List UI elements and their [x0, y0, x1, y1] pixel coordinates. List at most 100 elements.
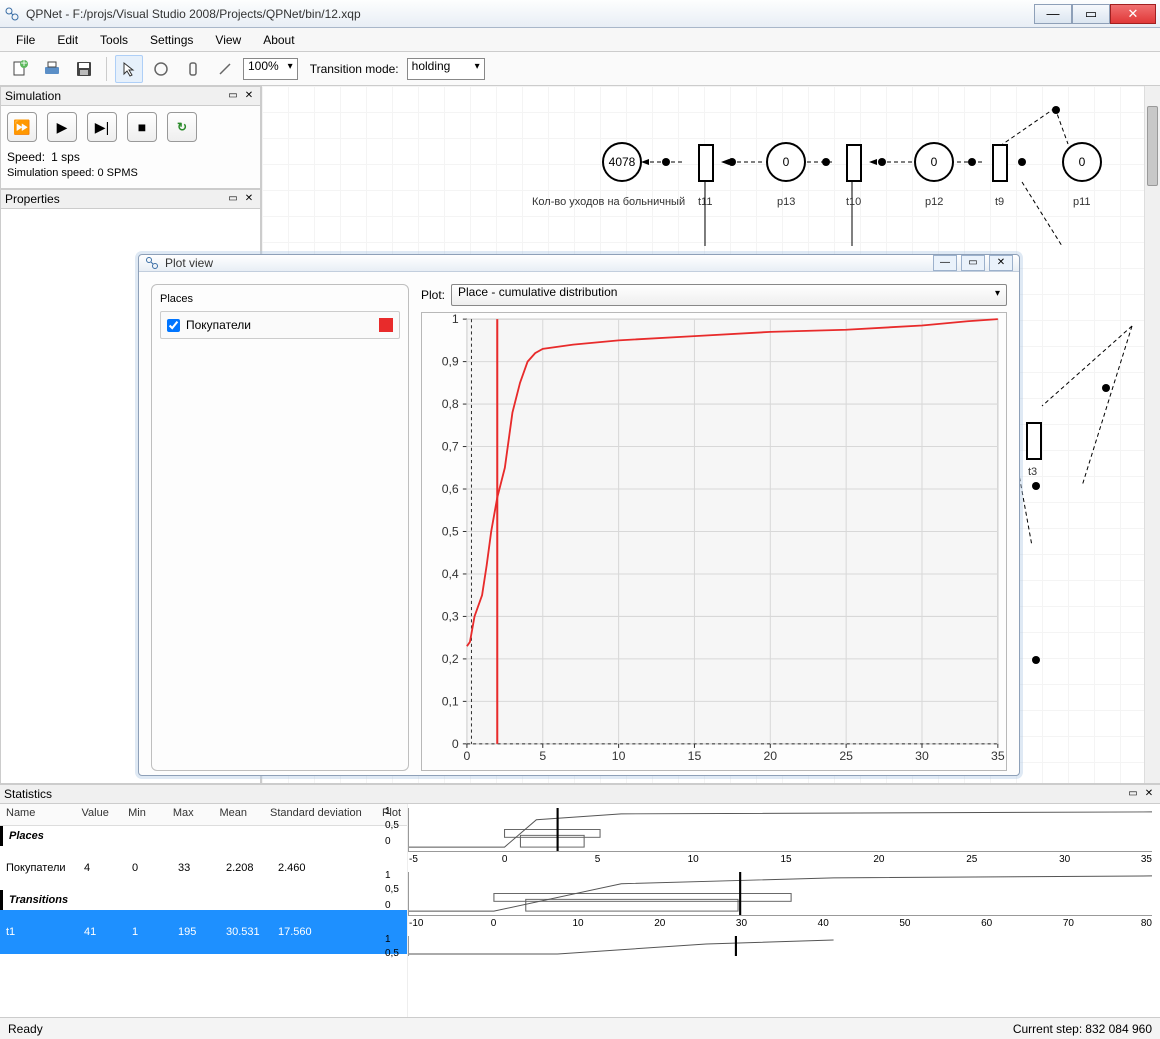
menu-edit[interactable]: Edit [49, 31, 86, 49]
place-p13[interactable]: 0 [766, 142, 806, 182]
close-icon[interactable]: ✕ [1142, 787, 1156, 801]
close-icon[interactable]: ✕ [242, 192, 256, 206]
zoom-select[interactable]: 100% [243, 58, 298, 80]
select-tool[interactable] [115, 55, 143, 83]
transition-t11[interactable] [698, 144, 714, 182]
close-button[interactable]: ✕ [1110, 4, 1156, 24]
plot-type-label: Plot: [421, 288, 445, 302]
color-swatch [379, 318, 393, 332]
transition-t9[interactable] [992, 144, 1008, 182]
toolbar: + 100% Transition mode: holding [0, 52, 1160, 86]
sim-status: Simulation speed: 0 SPMS [7, 167, 254, 179]
svg-text:0,5: 0,5 [442, 525, 459, 539]
sparkline-place: 1 0,5 0 -5 0 5 10 15 20 25 30 35 [408, 808, 1152, 852]
menu-about[interactable]: About [255, 31, 302, 49]
menu-file[interactable]: File [8, 31, 43, 49]
svg-text:0,9: 0,9 [442, 355, 459, 369]
float-icon[interactable]: ▭ [226, 89, 240, 103]
svg-text:0,4: 0,4 [442, 567, 459, 581]
plot-view-title: Plot view [165, 256, 213, 270]
float-icon[interactable]: ▭ [226, 192, 240, 206]
place-sickleave-label: Кол-во уходов на больничный [532, 196, 685, 208]
maximize-button[interactable]: ▭ [1072, 4, 1110, 24]
plot-close-button[interactable]: ✕ [989, 255, 1013, 271]
svg-text:10: 10 [612, 749, 626, 763]
places-header: Places [160, 293, 400, 305]
place-sickleave[interactable]: 4078 [602, 142, 642, 182]
close-icon[interactable]: ✕ [242, 89, 256, 103]
place-tool[interactable] [147, 55, 175, 83]
properties-panel-header: Properties ▭ ✕ [0, 189, 261, 209]
app-icon [4, 6, 20, 22]
menu-settings[interactable]: Settings [142, 31, 201, 49]
stats-row-place[interactable]: Покупатели 4 0 33 2.208 2.460 [0, 846, 407, 890]
minimize-button[interactable]: — [1034, 4, 1072, 24]
save-button[interactable] [70, 55, 98, 83]
transition-t10[interactable] [846, 144, 862, 182]
float-icon[interactable]: ▭ [1126, 787, 1140, 801]
transition-mode-select[interactable]: holding [407, 58, 485, 80]
sparkline-extra: 1 0,5 [408, 936, 1152, 956]
arc-tool[interactable] [211, 55, 239, 83]
svg-text:1: 1 [452, 313, 459, 326]
sim-play-button[interactable]: ▶ [47, 112, 77, 142]
menu-view[interactable]: View [207, 31, 249, 49]
menubar: File Edit Tools Settings View About [0, 28, 1160, 52]
svg-text:5: 5 [539, 749, 546, 763]
plot-view-titlebar[interactable]: Plot view — ▭ ✕ [139, 255, 1019, 272]
plot-maximize-button[interactable]: ▭ [961, 255, 985, 271]
status-step-value: 832 084 960 [1085, 1022, 1152, 1036]
simulation-panel-header: Simulation ▭ ✕ [0, 86, 261, 106]
t9-label: t9 [995, 196, 1004, 208]
print-button[interactable] [38, 55, 66, 83]
sim-step-button[interactable]: ▶| [87, 112, 117, 142]
svg-text:+: + [20, 60, 27, 70]
sim-reset-button[interactable]: ↻ [167, 112, 197, 142]
speed-value[interactable]: 1 sps [51, 150, 80, 164]
place-series-label: Покупатели [186, 318, 251, 332]
p13-label: p13 [777, 196, 795, 208]
svg-text:25: 25 [839, 749, 853, 763]
place-series-item[interactable]: Покупатели [160, 311, 400, 339]
svg-text:0,1: 0,1 [442, 694, 459, 708]
statusbar: Ready Current step: 832 084 960 [0, 1017, 1160, 1039]
place-series-checkbox[interactable] [167, 319, 180, 332]
transition-tool[interactable] [179, 55, 207, 83]
transitions-section: Transitions [0, 890, 407, 910]
plot-view-window[interactable]: Plot view — ▭ ✕ Places Покупатели Plot: … [138, 254, 1020, 776]
sparkline-transition: 1 0,5 0 -10 0 10 20 30 40 50 60 70 80 [408, 872, 1152, 916]
svg-text:30: 30 [915, 749, 929, 763]
svg-text:15: 15 [688, 749, 702, 763]
svg-text:0: 0 [464, 749, 471, 763]
statistics-panel: Statistics ▭ ✕ Name Value Min Max Mean S… [0, 783, 1160, 1017]
sim-stop-button[interactable]: ■ [127, 112, 157, 142]
svg-text:0: 0 [452, 737, 459, 751]
plot-minimize-button[interactable]: — [933, 255, 957, 271]
status-step-label: Current step: [1013, 1022, 1082, 1036]
plot-type-select[interactable]: Place - cumulative distribution [451, 284, 1007, 306]
svg-text:0,3: 0,3 [442, 610, 459, 624]
menu-tools[interactable]: Tools [92, 31, 136, 49]
stats-row-transition[interactable]: t1 41 1 195 30.531 17.560 [0, 910, 407, 954]
t10-label: t10 [846, 196, 861, 208]
svg-text:0,2: 0,2 [442, 652, 459, 666]
transition-mode-label: Transition mode: [310, 62, 399, 76]
sim-fast-forward-button[interactable]: ⏩ [7, 112, 37, 142]
place-p12[interactable]: 0 [914, 142, 954, 182]
status-left: Ready [8, 1022, 43, 1036]
svg-text:35: 35 [991, 749, 1005, 763]
plot-icon [145, 256, 159, 270]
t3-label: t3 [1028, 466, 1037, 478]
place-p11[interactable]: 0 [1062, 142, 1102, 182]
svg-text:0,8: 0,8 [442, 397, 459, 411]
places-panel: Places Покупатели [151, 284, 409, 771]
titlebar: QPNet - F:/projs/Visual Studio 2008/Proj… [0, 0, 1160, 28]
stats-table[interactable]: Name Value Min Max Mean Standard deviati… [0, 804, 408, 1017]
svg-text:0,7: 0,7 [442, 440, 459, 454]
t11-label: t11 [698, 196, 712, 208]
cdf-chart[interactable]: 00,10,20,30,40,50,60,70,80,9105101520253… [421, 312, 1007, 771]
transition-t3[interactable] [1026, 422, 1042, 460]
new-doc-button[interactable]: + [6, 55, 34, 83]
svg-text:0,6: 0,6 [442, 482, 459, 496]
p12-label: p12 [925, 196, 943, 208]
